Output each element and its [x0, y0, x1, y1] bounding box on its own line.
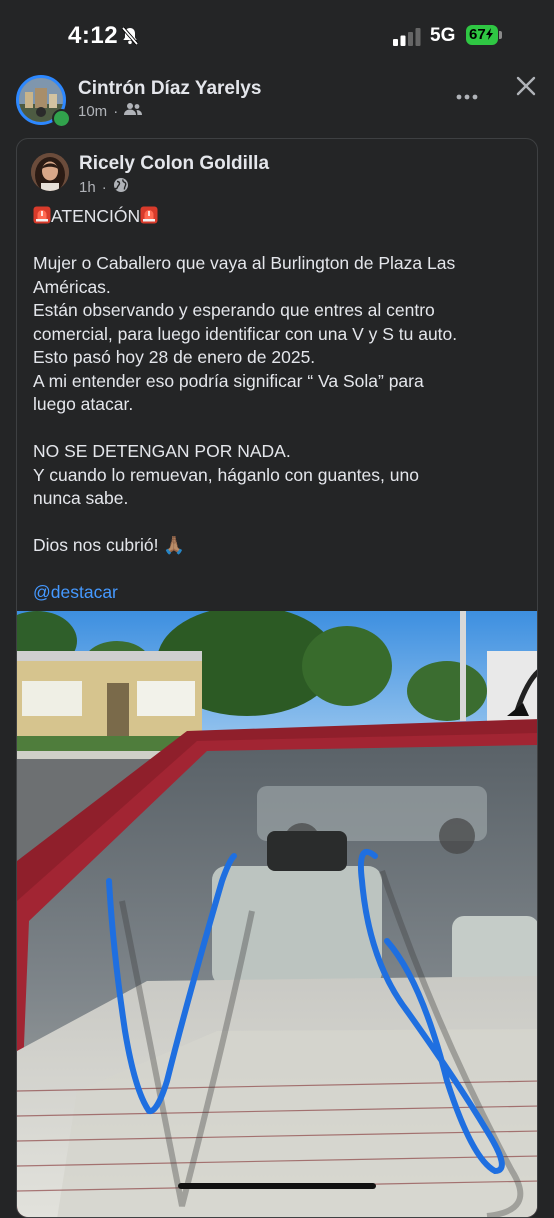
- dot-separator: ·: [101, 178, 107, 196]
- post-author-name[interactable]: Cintrón Díaz Yarelys: [78, 78, 261, 100]
- siren-icon: [33, 206, 51, 224]
- shared-author-avatar[interactable]: [31, 153, 69, 191]
- text-line: Esto pasó hoy 28 de enero de 2025.: [33, 347, 316, 367]
- shared-post-text: ATENCIÓN Mujer o Caballero que vaya al B…: [33, 205, 528, 605]
- text-line: comercial, para luego identificar con un…: [33, 323, 458, 344]
- shared-post-meta: 1h ·: [79, 177, 129, 197]
- text-line: Están observando y esperando que entres …: [33, 300, 435, 320]
- globe-icon: [113, 177, 129, 197]
- alert-heading: ATENCIÓN: [33, 205, 528, 229]
- close-button[interactable]: [514, 74, 538, 103]
- battery-indicator: 67: [466, 25, 498, 45]
- closing-line: Dios nos cubrió! 🙏🏽: [33, 535, 186, 555]
- post-meta: 10m ·: [78, 102, 143, 120]
- text-line: Y cuando lo remuevan, háganlo con guante…: [33, 464, 419, 485]
- friends-icon: [124, 102, 143, 120]
- status-bar: 4:12 5G 67: [0, 0, 554, 70]
- text-line: A mi entender eso podría significar “ Va…: [33, 370, 424, 391]
- home-indicator[interactable]: [178, 1183, 376, 1189]
- online-status-dot: [52, 109, 71, 128]
- shared-author-name[interactable]: Ricely Colon Goldilla: [79, 153, 269, 175]
- silent-bell-icon: [120, 26, 140, 51]
- shared-post-card[interactable]: Ricely Colon Goldilla 1h · ATENCIÓN Muje…: [16, 138, 538, 1218]
- dot-separator: ·: [113, 102, 119, 120]
- text-line: luego atacar.: [33, 394, 134, 414]
- praying-hands-emoji: 🙏🏽: [163, 535, 186, 555]
- shared-post-timestamp[interactable]: 1h: [79, 179, 96, 196]
- cellular-signal-icon: [393, 28, 423, 51]
- network-type: 5G: [430, 25, 456, 46]
- post-photo[interactable]: [17, 606, 537, 1217]
- text-line: NO SE DETENGAN POR NADA.: [33, 441, 291, 461]
- post-timestamp[interactable]: 10m: [78, 103, 107, 120]
- more-options-button[interactable]: [456, 80, 478, 106]
- siren-icon: [140, 206, 158, 224]
- text-line: nunca sabe.: [33, 488, 129, 508]
- clock: 4:12: [68, 22, 119, 49]
- text-line: Mujer o Caballero que vaya al Burlington…: [33, 253, 456, 273]
- text-line: Américas.: [33, 276, 111, 297]
- close-icon: [516, 76, 536, 96]
- hashtag-link[interactable]: @destacar: [33, 582, 118, 602]
- ellipsis-icon: [456, 94, 478, 100]
- battery-tip: [499, 31, 502, 39]
